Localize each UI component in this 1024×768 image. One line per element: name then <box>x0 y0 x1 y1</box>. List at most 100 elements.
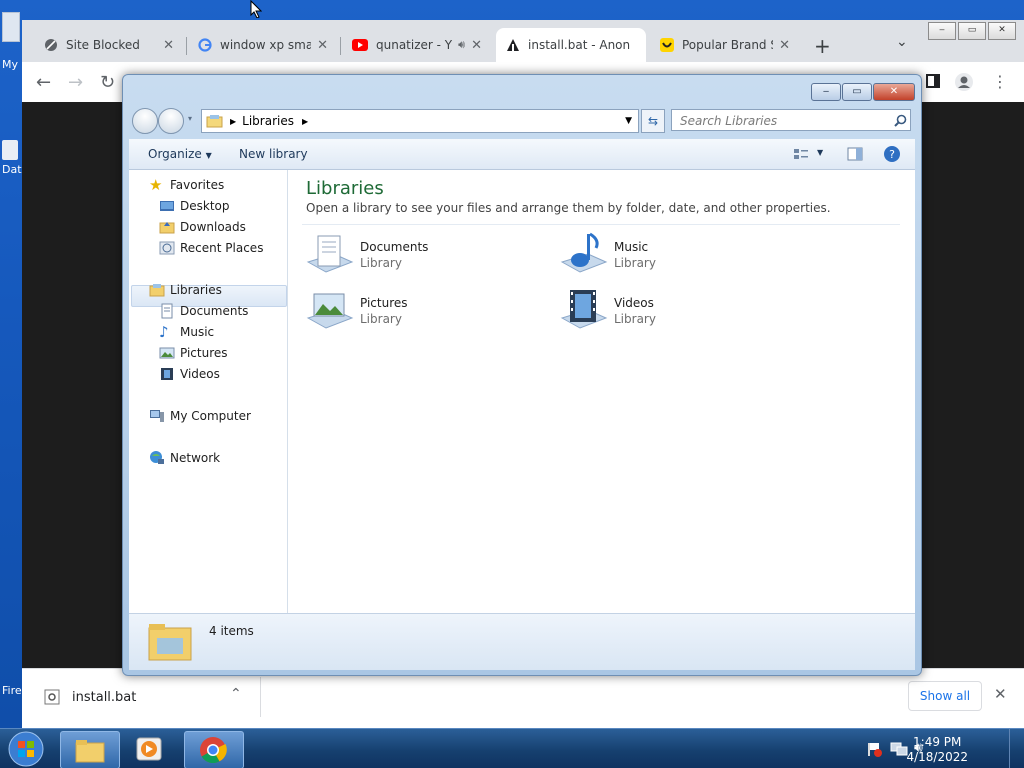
search-input[interactable]: Search Libraries <box>671 109 911 131</box>
show-desktop-button[interactable] <box>1009 729 1024 768</box>
nav-music[interactable]: ♪ Music <box>159 324 214 340</box>
nav-libraries[interactable]: Libraries <box>149 282 222 298</box>
divider <box>302 224 900 225</box>
nav-network[interactable]: Network <box>149 450 220 466</box>
library-item-documents[interactable]: Documents Library <box>306 232 428 278</box>
kebab-menu-icon[interactable]: ⋮ <box>992 72 1008 91</box>
close-icon[interactable]: ✕ <box>471 38 482 53</box>
library-item-pictures[interactable]: Pictures Library <box>306 288 408 334</box>
download-file-name[interactable]: install.bat <box>72 690 136 705</box>
youtube-icon <box>352 39 368 51</box>
speaker-icon[interactable]: 🔊︎ <box>458 38 465 52</box>
close-icon[interactable]: ✕ <box>317 38 328 53</box>
clock-date: 4/18/2022 <box>906 750 968 764</box>
library-type: Library <box>614 256 656 270</box>
address-bar[interactable]: ▶ Libraries ▶ ▼ <box>201 109 639 133</box>
close-icon[interactable]: ✕ <box>779 38 790 53</box>
address-dropdown-icon[interactable]: ▼ <box>625 116 632 126</box>
taskbar-explorer-button[interactable] <box>60 731 120 768</box>
library-name: Pictures <box>360 296 408 310</box>
tab-title: qunatizer - Y <box>376 38 453 52</box>
divider <box>260 677 261 717</box>
maximize-button[interactable]: ▭ <box>958 22 986 40</box>
nav-documents[interactable]: Documents <box>159 303 248 319</box>
tab-site-blocked[interactable]: Site Blocked ✕ <box>34 28 184 62</box>
tab-divider <box>186 37 187 55</box>
tab-popular-brand[interactable]: Popular Brand Sto ✕ <box>650 28 800 62</box>
close-download-bar-icon[interactable]: ✕ <box>994 685 1007 703</box>
maximize-button[interactable]: ▭ <box>842 83 872 101</box>
desktop-icon-label: Fire <box>2 684 22 697</box>
chrome-icon <box>200 737 227 764</box>
navigation-pane: ★ Favorites Desktop Downloads Recent Pla… <box>129 170 288 613</box>
tab-divider <box>340 37 341 55</box>
library-item-music[interactable]: Music Library <box>560 232 656 278</box>
reload-icon[interactable]: ↻ <box>100 72 115 93</box>
nav-desktop[interactable]: Desktop <box>159 198 230 214</box>
clock-time: 1:49 PM <box>913 735 962 749</box>
nav-my-computer[interactable]: My Computer <box>149 408 251 424</box>
change-view-icon[interactable] <box>793 147 809 161</box>
taskbar: 🔊︎ 1:49 PM 4/18/2022 <box>0 728 1024 768</box>
desktop-icon[interactable] <box>2 12 20 42</box>
nav-label: Favorites <box>170 178 225 192</box>
side-panel-icon[interactable] <box>926 74 940 88</box>
forward-arrow-icon[interactable]: → <box>68 72 83 93</box>
svg-text:?: ? <box>889 148 895 161</box>
tab-install-bat[interactable]: install.bat - Anon <box>496 28 646 62</box>
action-center-flag-icon[interactable] <box>866 741 882 757</box>
back-button[interactable] <box>132 108 158 134</box>
nav-pictures[interactable]: Pictures <box>159 345 228 361</box>
library-name: Documents <box>360 240 429 254</box>
nav-favorites[interactable]: ★ Favorites <box>149 177 224 193</box>
libraries-folder-icon <box>206 115 223 128</box>
tab-title: Site Blocked <box>66 38 140 52</box>
breadcrumb-libraries[interactable]: Libraries <box>242 114 294 128</box>
close-icon[interactable]: ✕ <box>163 38 174 53</box>
profile-avatar-icon[interactable] <box>954 72 974 92</box>
nav-label: My Computer <box>170 409 251 423</box>
minimize-button[interactable]: ‒ <box>811 83 841 101</box>
tab-search-button[interactable]: ⌄ <box>896 34 908 50</box>
computer-icon <box>150 410 164 422</box>
taskbar-chrome-button[interactable] <box>184 731 244 768</box>
command-bar: Organize ▼ New library ▼ ? <box>129 139 915 170</box>
forward-button[interactable] <box>158 108 184 134</box>
organize-button[interactable]: Organize ▼ <box>148 147 212 161</box>
back-arrow-icon[interactable]: ← <box>36 72 51 93</box>
libraries-folder-icon <box>149 284 165 297</box>
system-clock[interactable]: 1:49 PM 4/18/2022 <box>906 735 968 765</box>
nav-buttons: ▾ <box>132 108 192 134</box>
breadcrumb-arrow-icon[interactable]: ▶ <box>302 117 308 126</box>
search-icon[interactable] <box>894 114 907 127</box>
desktop-icon[interactable] <box>2 140 18 160</box>
recent-pages-chevron-icon[interactable]: ▾ <box>188 114 192 123</box>
new-tab-button[interactable]: + <box>814 34 831 58</box>
breadcrumb-arrow-icon[interactable]: ▶ <box>230 117 236 126</box>
documents-icon <box>161 303 173 319</box>
close-button[interactable]: ✕ <box>988 22 1016 40</box>
new-library-button[interactable]: New library <box>239 147 308 161</box>
nav-videos[interactable]: Videos <box>159 366 220 382</box>
tab-google-search[interactable]: window xp small ✕ <box>188 28 338 62</box>
preview-pane-icon[interactable] <box>847 147 863 161</box>
chevron-up-icon[interactable]: ⌃ <box>230 686 242 702</box>
show-all-button[interactable]: Show all <box>908 681 982 711</box>
tab-title: window xp small <box>220 38 312 52</box>
desktop-icon-label: Dat <box>2 163 22 176</box>
view-options-chevron-icon[interactable]: ▼ <box>817 148 823 157</box>
help-icon[interactable]: ? <box>883 145 901 163</box>
library-item-videos[interactable]: Videos Library <box>560 288 656 334</box>
tab-youtube[interactable]: qunatizer - Y 🔊︎ ✕ <box>342 28 492 62</box>
start-button[interactable] <box>6 730 46 768</box>
anon-file-icon <box>507 39 519 51</box>
refresh-button[interactable]: ⇆ <box>641 109 665 133</box>
nav-recent-places[interactable]: Recent Places <box>159 240 263 256</box>
taskbar-media-player-button[interactable] <box>122 731 180 767</box>
network-tray-icon[interactable] <box>890 741 908 757</box>
nav-downloads[interactable]: Downloads <box>159 219 246 235</box>
close-button[interactable]: ✕ <box>873 83 915 101</box>
minimize-button[interactable]: ‒ <box>928 22 956 40</box>
nav-label: Recent Places <box>180 241 264 255</box>
chevron-down-icon: ▼ <box>205 151 212 160</box>
